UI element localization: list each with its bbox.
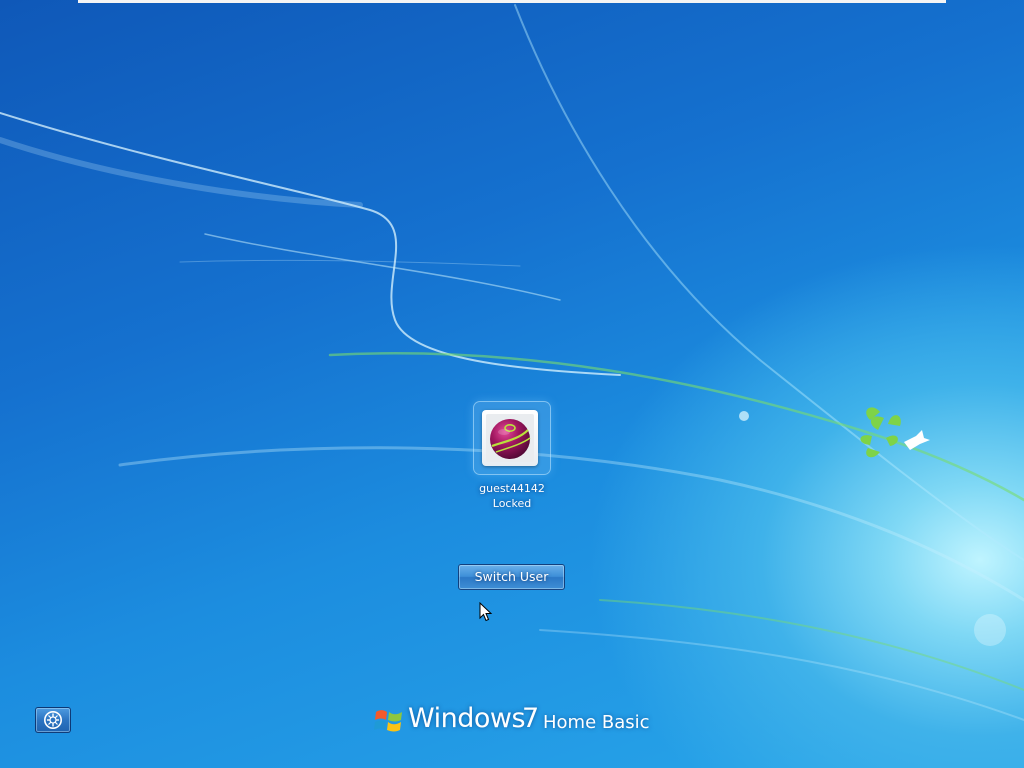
user-tile[interactable]	[474, 402, 550, 474]
ease-of-access-icon	[44, 711, 62, 729]
windows-wordmark: Windows	[408, 703, 526, 734]
switch-user-button[interactable]: Switch User	[458, 564, 565, 590]
user-status-label: Locked	[492, 497, 532, 510]
windows-flag-icon	[374, 710, 402, 732]
mouse-pointer-icon	[479, 602, 493, 622]
ease-of-access-button[interactable]	[35, 707, 71, 733]
wallpaper-graphic	[0, 4, 1024, 721]
ball-avatar-icon	[486, 414, 534, 462]
windows-edition: Home Basic	[543, 712, 650, 733]
user-avatar-frame	[482, 410, 538, 466]
user-name-label: guest44142	[479, 482, 545, 495]
windows-version: 7	[522, 703, 540, 734]
windows-branding: Windows 7 Home Basic	[374, 702, 674, 742]
